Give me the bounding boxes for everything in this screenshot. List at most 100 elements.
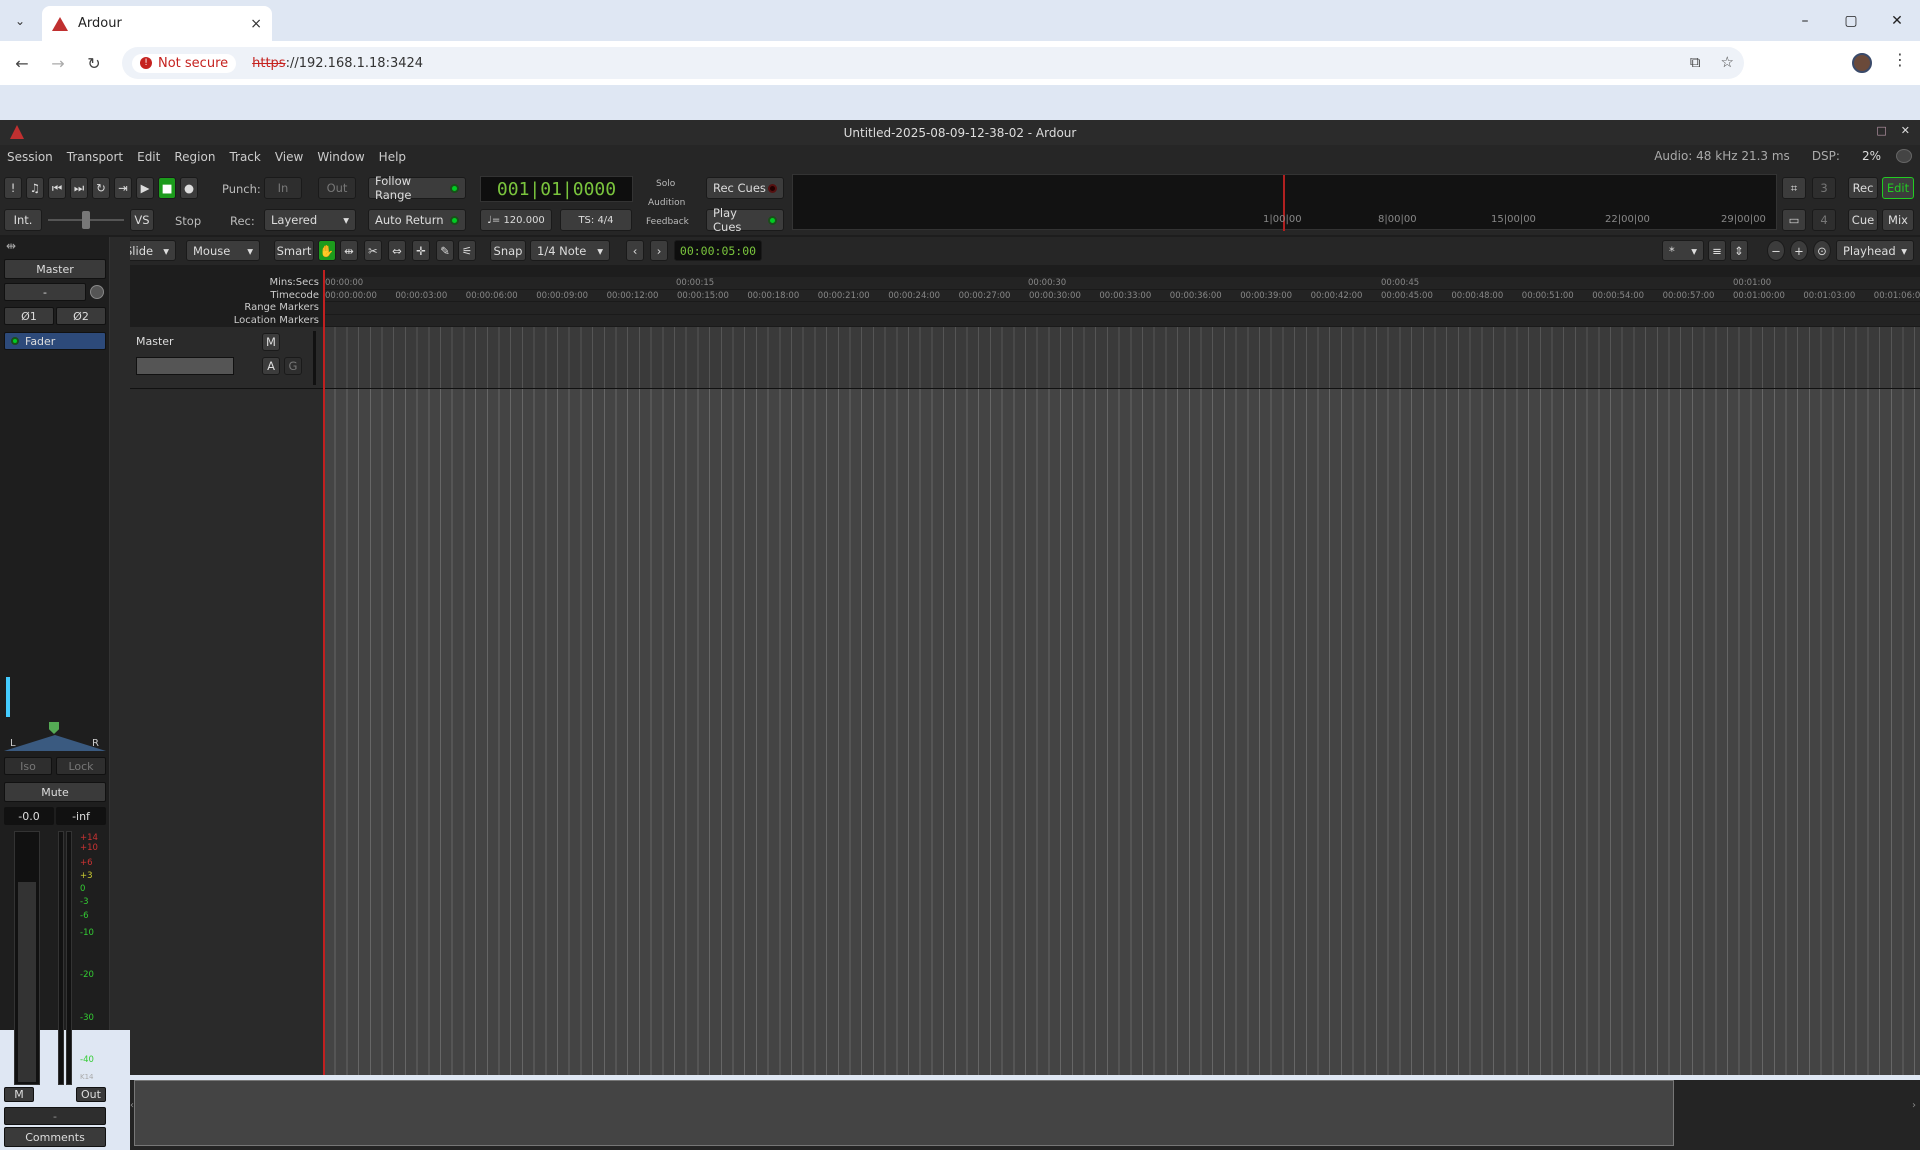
grab-tool-icon[interactable]: ✋ xyxy=(318,240,336,261)
tab-close-icon[interactable]: × xyxy=(250,16,262,32)
zoom-session-icon[interactable]: ⊙ xyxy=(1813,240,1831,261)
nudge-clock[interactable]: 00:00:05:00 xyxy=(674,240,762,261)
master-track-row[interactable] xyxy=(323,327,1920,389)
zoom-in-icon[interactable]: + xyxy=(1790,240,1808,261)
panner[interactable] xyxy=(4,735,106,751)
lock-button[interactable]: Lock xyxy=(56,757,106,775)
comments-button[interactable]: Comments xyxy=(4,1127,106,1147)
mins-secs-ruler[interactable]: 00:00:00 00:00:15 00:00:30 00:00:45 00:0… xyxy=(323,277,1920,290)
timecode-ruler[interactable]: 00:00:00:00 00:00:03:00 00:00:06:00 00:00:0… xyxy=(323,290,1920,302)
range-tool-icon[interactable]: ⇹ xyxy=(340,240,358,261)
tempo-button[interactable]: ♩= 120.000 xyxy=(480,209,552,231)
rec-mode-select[interactable]: Layered ▾ xyxy=(264,209,356,231)
play-cues-button[interactable]: Play Cues xyxy=(706,206,784,234)
page-3-button[interactable]: 3 xyxy=(1812,177,1836,199)
mini-timeline[interactable]: 1|00|00 8|00|00 15|00|00 22|00|00 29|00|… xyxy=(792,174,1777,231)
back-icon[interactable]: ← xyxy=(10,51,34,75)
reload-icon[interactable]: ↻ xyxy=(82,51,106,75)
gain-display[interactable]: -0.0 xyxy=(4,807,54,825)
ruler-label-range-markers[interactable]: Range Markers xyxy=(130,302,323,315)
mouse-mode-select[interactable]: Mouse ▾ xyxy=(186,240,260,261)
playhead[interactable] xyxy=(323,270,325,1075)
profile-avatar[interactable] xyxy=(1852,53,1872,73)
phase-invert-1-button[interactable]: Ø1 xyxy=(4,307,54,325)
menu-session[interactable]: Session xyxy=(0,150,60,164)
solo-indicator[interactable]: Solo xyxy=(656,179,675,189)
zoom-out-icon[interactable]: − xyxy=(1767,240,1785,261)
crop-icon[interactable]: ⌗ xyxy=(1782,177,1806,199)
play-range-icon[interactable]: ⇥ xyxy=(114,177,132,199)
iso-button[interactable]: Iso xyxy=(4,757,52,775)
grid-select[interactable]: 1/4 Note ▾ xyxy=(530,240,610,261)
input-trim-knob[interactable] xyxy=(90,285,104,299)
zoom-focus-select[interactable]: * ▾ xyxy=(1662,240,1704,261)
not-secure-badge[interactable]: ! Not secure xyxy=(132,53,237,73)
input-button[interactable]: - xyxy=(4,283,86,301)
gain-fader[interactable] xyxy=(14,831,40,1085)
editor-canvas[interactable] xyxy=(323,270,1920,1075)
timeline-rulers[interactable]: 00:00:00 00:00:15 00:00:30 00:00:45 00:0… xyxy=(323,277,1920,327)
audition-indicator[interactable]: Audition xyxy=(648,198,685,208)
editor-summary[interactable]: ‹ › xyxy=(130,1080,1920,1150)
panic-icon[interactable]: ! xyxy=(4,177,22,199)
shuttle-knob[interactable] xyxy=(82,211,90,229)
follow-range-button[interactable]: Follow Range xyxy=(368,174,466,202)
fader-processor[interactable]: Fader xyxy=(4,332,106,350)
stop-icon[interactable]: ■ xyxy=(158,177,176,199)
tab-search-icon[interactable]: ⌄ xyxy=(8,10,32,32)
track-header-master[interactable]: Master M A G xyxy=(130,327,323,389)
ruler-label-location-markers[interactable]: Location Markers xyxy=(130,315,323,328)
mute-button[interactable]: Mute xyxy=(4,782,106,802)
range-markers-ruler[interactable] xyxy=(323,302,1920,315)
menu-window[interactable]: Window xyxy=(310,150,371,164)
time-signature-button[interactable]: TS: 4/4 xyxy=(560,209,632,231)
menu-transport[interactable]: Transport xyxy=(60,150,130,164)
strip-name-button[interactable]: Master xyxy=(4,259,106,279)
track-name[interactable]: Master xyxy=(136,335,174,348)
menu-view[interactable]: View xyxy=(268,150,310,164)
url-field[interactable]: ! Not secure https://192.168.1.18:3424 ⧉ ☆ xyxy=(122,47,1744,79)
edit-window-button[interactable]: Edit xyxy=(1882,177,1914,199)
automation-button[interactable]: A xyxy=(262,357,280,375)
loop-icon[interactable]: ↻ xyxy=(92,177,110,199)
record-status-icon[interactable] xyxy=(1896,149,1912,163)
cut-tool-icon[interactable]: ✂ xyxy=(364,240,382,261)
stretch-tool-icon[interactable]: ⇔ xyxy=(388,240,406,261)
group-button[interactable]: G xyxy=(284,357,302,375)
summary-scroll-right-icon[interactable]: › xyxy=(1912,1100,1916,1111)
content-tool-icon[interactable]: ⚟ xyxy=(458,240,476,261)
nudge-forward-icon[interactable]: › xyxy=(650,240,668,261)
maximize-icon[interactable]: ▢ xyxy=(1828,0,1874,41)
menu-region[interactable]: Region xyxy=(167,150,222,164)
browser-tab[interactable]: Ardour × xyxy=(42,6,272,41)
peak-display[interactable]: -inf xyxy=(56,807,106,825)
video-icon[interactable]: ▭ xyxy=(1782,209,1806,231)
track-mute-button[interactable]: M xyxy=(262,333,280,351)
int-button[interactable]: Int. xyxy=(4,209,42,231)
install-app-icon[interactable]: ⧉ xyxy=(1690,53,1701,71)
summary-viewport[interactable] xyxy=(134,1080,1674,1146)
metronome-icon[interactable]: ♫ xyxy=(26,177,44,199)
auto-return-button[interactable]: Auto Return xyxy=(368,209,466,231)
stop-label[interactable]: Stop xyxy=(175,214,201,228)
smart-mode-button[interactable]: Smart xyxy=(274,240,314,261)
record-icon[interactable]: ● xyxy=(180,177,198,199)
punch-in-button[interactable]: In xyxy=(264,177,302,199)
menu-track[interactable]: Track xyxy=(222,150,267,164)
close-window-icon[interactable]: ✕ xyxy=(1874,0,1920,41)
expand-tracks-icon[interactable]: ⇕ xyxy=(1730,240,1748,261)
play-icon[interactable]: ▶ xyxy=(136,177,154,199)
output-button[interactable]: Out xyxy=(76,1087,106,1102)
vs-button[interactable]: VS xyxy=(130,209,154,231)
page-4-button[interactable]: 4 xyxy=(1812,209,1836,231)
ruler-label-mins-secs[interactable]: Mins:Secs xyxy=(130,277,323,290)
window-close-icon[interactable]: ✕ xyxy=(1901,124,1910,137)
track-gain-slider[interactable] xyxy=(136,357,234,375)
punch-out-button[interactable]: Out xyxy=(318,177,356,199)
goto-end-icon[interactable]: ⏭ xyxy=(70,177,88,199)
goto-start-icon[interactable]: ⏮ xyxy=(48,177,66,199)
rec-cues-button[interactable]: Rec Cues xyxy=(706,177,784,199)
minimize-icon[interactable]: – xyxy=(1782,0,1828,41)
mix-window-button[interactable]: Mix xyxy=(1882,209,1914,231)
draw-tool-icon[interactable]: ✎ xyxy=(436,240,454,261)
